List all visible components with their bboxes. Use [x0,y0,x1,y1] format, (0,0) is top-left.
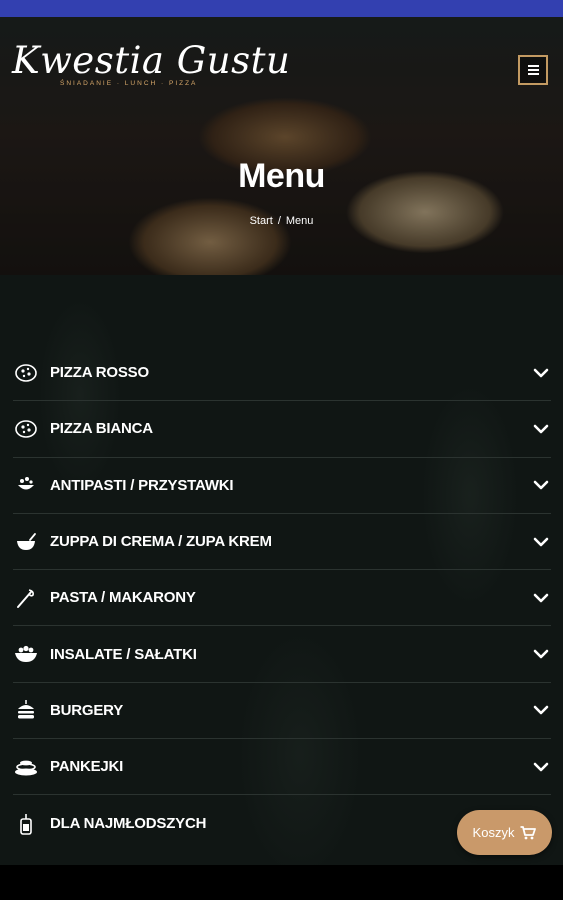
category-label: PANKEJKI [50,758,124,776]
system-navigation-bar [0,865,563,900]
site-logo[interactable]: Kwestia Gustu ŚNIADANIE · LUNCH · PIZZA [12,39,291,87]
category-item[interactable]: INSALATE / SAŁATKI [13,626,551,683]
chevron-down-icon [533,762,549,772]
breadcrumb: Start / Menu [0,215,563,227]
category-label: PIZZA ROSSO [50,364,149,382]
chevron-down-icon [533,593,549,603]
chevron-down-icon [533,368,549,377]
chevron-down-icon [533,480,549,490]
pancakes-icon [13,756,39,778]
category-item[interactable]: PIZZA BIANCA [13,401,551,458]
category-label: ANTIPASTI / PRZYSTAWKI [50,476,234,494]
cart-button[interactable]: Koszyk [457,810,552,855]
category-accordion: PIZZA ROSSO PIZZA BIANCA ANTIPASTI / PRZ… [13,345,551,852]
pasta-fork-icon [13,587,39,609]
soup-bowl-icon [13,531,39,553]
chevron-down-icon [533,649,549,659]
breadcrumb-current: Menu [285,215,314,227]
category-label: ZUPPA DI CREMA / ZUPA KREM [50,533,272,551]
category-label: PIZZA BIANCA [50,420,153,438]
category-item[interactable]: PANKEJKI [13,739,551,796]
category-item[interactable]: PASTA / MAKARONY [13,570,551,627]
breadcrumb-home-link[interactable]: Start [250,215,273,227]
hamburger-icon [527,69,539,71]
category-label: PASTA / MAKARONY [50,589,196,607]
hero-banner: Kwestia Gustu ŚNIADANIE · LUNCH · PIZZA … [0,17,563,275]
menu-content: PIZZA ROSSO PIZZA BIANCA ANTIPASTI / PRZ… [0,275,563,865]
pizza-icon [13,418,39,440]
salad-bowl-icon [13,643,39,665]
chevron-down-icon [533,424,549,434]
category-item[interactable]: BURGERY [13,683,551,740]
breadcrumb-separator: / [277,215,281,227]
kids-drink-icon [13,813,39,835]
burger-icon [13,699,39,721]
category-item[interactable]: ZUPPA DI CREMA / ZUPA KREM [13,514,551,571]
hamburger-menu-button[interactable] [518,55,548,85]
category-label: BURGERY [50,701,124,719]
chevron-down-icon [533,537,549,546]
appetizer-icon [13,474,39,496]
category-label: INSALATE / SAŁATKI [50,645,197,663]
page-title: Menu [238,157,325,195]
category-item[interactable]: PIZZA ROSSO [13,345,551,402]
chevron-down-icon [533,706,549,715]
pizza-icon [13,362,39,384]
cart-label: Koszyk [472,825,515,840]
system-status-bar [0,0,563,17]
logo-text: Kwestia Gustu [12,39,291,82]
category-item[interactable]: ANTIPASTI / PRZYSTAWKI [13,458,551,514]
cart-icon [520,825,537,839]
